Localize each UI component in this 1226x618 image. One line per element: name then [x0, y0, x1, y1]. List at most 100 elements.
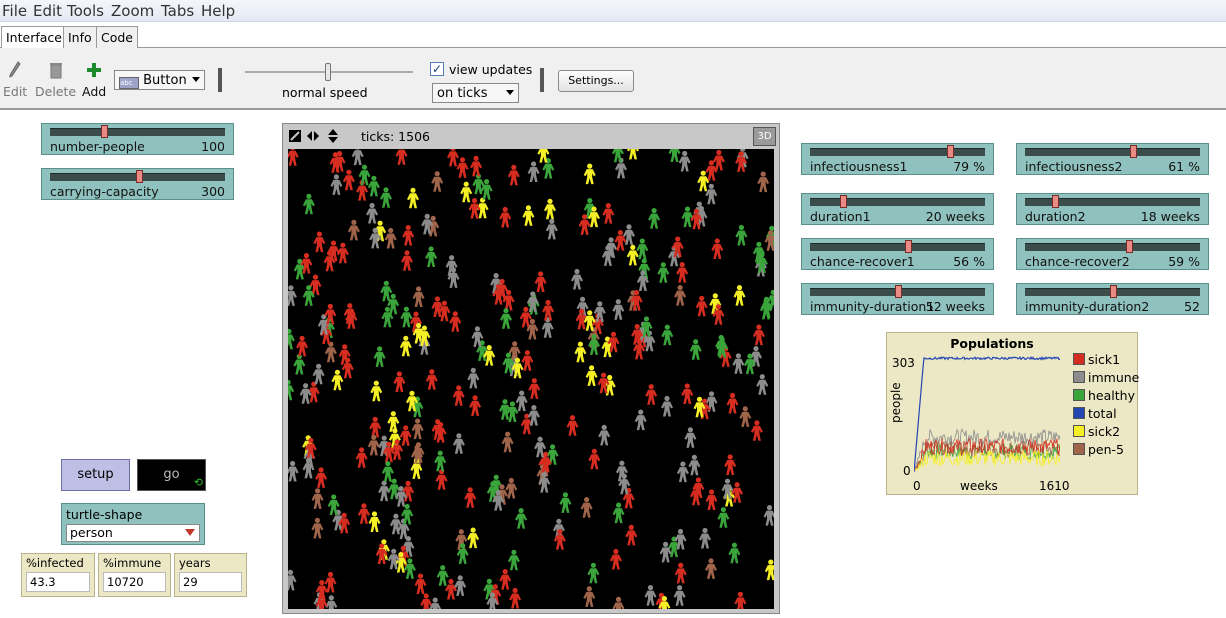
slider-infectiousness2[interactable]: infectiousness2 61 % [1016, 143, 1209, 175]
slider-thumb[interactable] [905, 240, 912, 253]
delete-tool[interactable]: Delete [35, 60, 76, 99]
turtle-shape-chooser[interactable]: turtle-shape person [61, 503, 205, 545]
person-agent [705, 160, 718, 181]
view-updates-label: view updates [449, 62, 533, 77]
slider-thumb[interactable] [136, 170, 143, 183]
setup-button[interactable]: setup [61, 459, 130, 491]
slider-chance-recover1[interactable]: chance-recover1 56 % [801, 238, 994, 270]
tab-strip: Interface Info Code [0, 26, 1226, 49]
slider-immunity-duration2[interactable]: immunity-duration2 52 [1016, 283, 1209, 315]
slider-value: 56 % [953, 254, 985, 269]
person-agent [626, 244, 639, 266]
person-agent [612, 502, 625, 524]
toolbar-separator [540, 68, 544, 92]
slider-value: 52 weeks [925, 299, 985, 314]
slider-track[interactable] [810, 198, 985, 206]
update-mode-select[interactable]: on ticks [432, 83, 519, 103]
slider-name: chance-recover1 [810, 254, 915, 269]
person-agent [574, 341, 587, 363]
person-agent [726, 392, 739, 414]
legend-item: sick1 [1073, 352, 1120, 367]
slider-thumb[interactable] [1130, 145, 1137, 158]
menu-help[interactable]: Help [201, 2, 235, 20]
widget-type-select[interactable]: abc Button [114, 70, 205, 90]
slider-track[interactable] [1025, 243, 1200, 251]
person-agent [288, 460, 299, 482]
world-canvas[interactable] [288, 149, 774, 609]
person-agent [452, 385, 465, 406]
person-agent [509, 587, 522, 609]
slider-value: 20 weeks [925, 209, 985, 224]
person-agent [684, 427, 697, 448]
slider-thumb[interactable] [101, 125, 108, 138]
slider-thumb[interactable] [1126, 240, 1133, 253]
slider-chance-recover2[interactable]: chance-recover2 59 % [1016, 238, 1209, 270]
legend-label: immune [1088, 370, 1140, 385]
menu-tabs[interactable]: Tabs [161, 2, 194, 20]
person-agent [313, 231, 326, 253]
slider-immunity-duration1[interactable]: immunity-duration1 52 weeks [801, 283, 994, 315]
chooser-value-box[interactable]: person [66, 524, 200, 542]
slider-thumb[interactable] [947, 145, 954, 158]
go-button[interactable]: go ⟲ [137, 459, 206, 491]
person-agent [764, 230, 774, 251]
person-agent [583, 586, 596, 607]
3d-view-button[interactable]: 3D [753, 127, 776, 146]
add-tool[interactable]: Add [82, 60, 106, 99]
person-agent [368, 511, 381, 532]
person-agent [389, 513, 402, 535]
world-view[interactable]: ticks: 1506 3D [282, 123, 780, 614]
plot-area [914, 355, 1060, 473]
slider-carrying-capacity[interactable]: carrying-capacity 300 [41, 168, 234, 200]
slider-thumb[interactable] [840, 195, 847, 208]
menu-tools[interactable]: Tools [67, 2, 104, 20]
slider-track[interactable] [810, 243, 985, 251]
resize-icon[interactable] [289, 130, 301, 142]
menu-edit[interactable]: Edit [33, 2, 62, 20]
slider-thumb[interactable] [895, 285, 902, 298]
person-agent [661, 324, 674, 346]
speed-slider-thumb[interactable] [325, 63, 331, 81]
slider-infectiousness1[interactable]: infectiousness1 79 % [801, 143, 994, 175]
legend-swatch [1073, 407, 1085, 419]
person-agent [638, 258, 651, 279]
person-agent [673, 585, 686, 606]
person-agent [585, 365, 598, 386]
tab-info[interactable]: Info [63, 26, 97, 48]
slider-track[interactable] [810, 148, 985, 156]
settings-button[interactable]: Settings... [558, 70, 634, 92]
person-agent [387, 411, 400, 432]
slider-number-people[interactable]: number-people 100 [41, 123, 234, 155]
person-agent [515, 390, 528, 412]
person-agent [402, 480, 415, 502]
legend-item: total [1073, 406, 1117, 421]
person-agent [522, 205, 535, 226]
slider-track[interactable] [1025, 148, 1200, 156]
legend-label: sick2 [1088, 424, 1121, 439]
person-agent [752, 324, 765, 346]
person-agent [288, 285, 297, 306]
monitor-value: 10720 [103, 572, 166, 592]
legend-label: healthy [1088, 388, 1135, 403]
legend-item: sick2 [1073, 424, 1120, 439]
tab-interface[interactable]: Interface [1, 26, 67, 49]
slider-duration1[interactable]: duration1 20 weeks [801, 193, 994, 225]
menu-file[interactable]: File [2, 2, 27, 20]
person-agent [527, 161, 540, 182]
edit-tool[interactable]: Edit [3, 60, 27, 99]
person-agent [351, 149, 364, 166]
world-agents [288, 149, 774, 609]
view-updates-checkbox[interactable]: ✓ [430, 62, 444, 76]
slider-duration2[interactable]: duration2 18 weeks [1016, 193, 1209, 225]
plot-ylabel: people [889, 382, 903, 423]
slider-thumb[interactable] [1110, 285, 1117, 298]
vertical-arrows-icon[interactable] [328, 129, 338, 143]
slider-name: number-people [50, 139, 145, 154]
person-agent [412, 286, 425, 307]
slider-track[interactable] [50, 128, 225, 136]
person-agent [288, 569, 297, 591]
menu-zoom[interactable]: Zoom [111, 2, 154, 20]
tab-code[interactable]: Code [96, 26, 139, 48]
slider-thumb[interactable] [1052, 195, 1059, 208]
horizontal-arrows-icon[interactable] [307, 131, 319, 141]
